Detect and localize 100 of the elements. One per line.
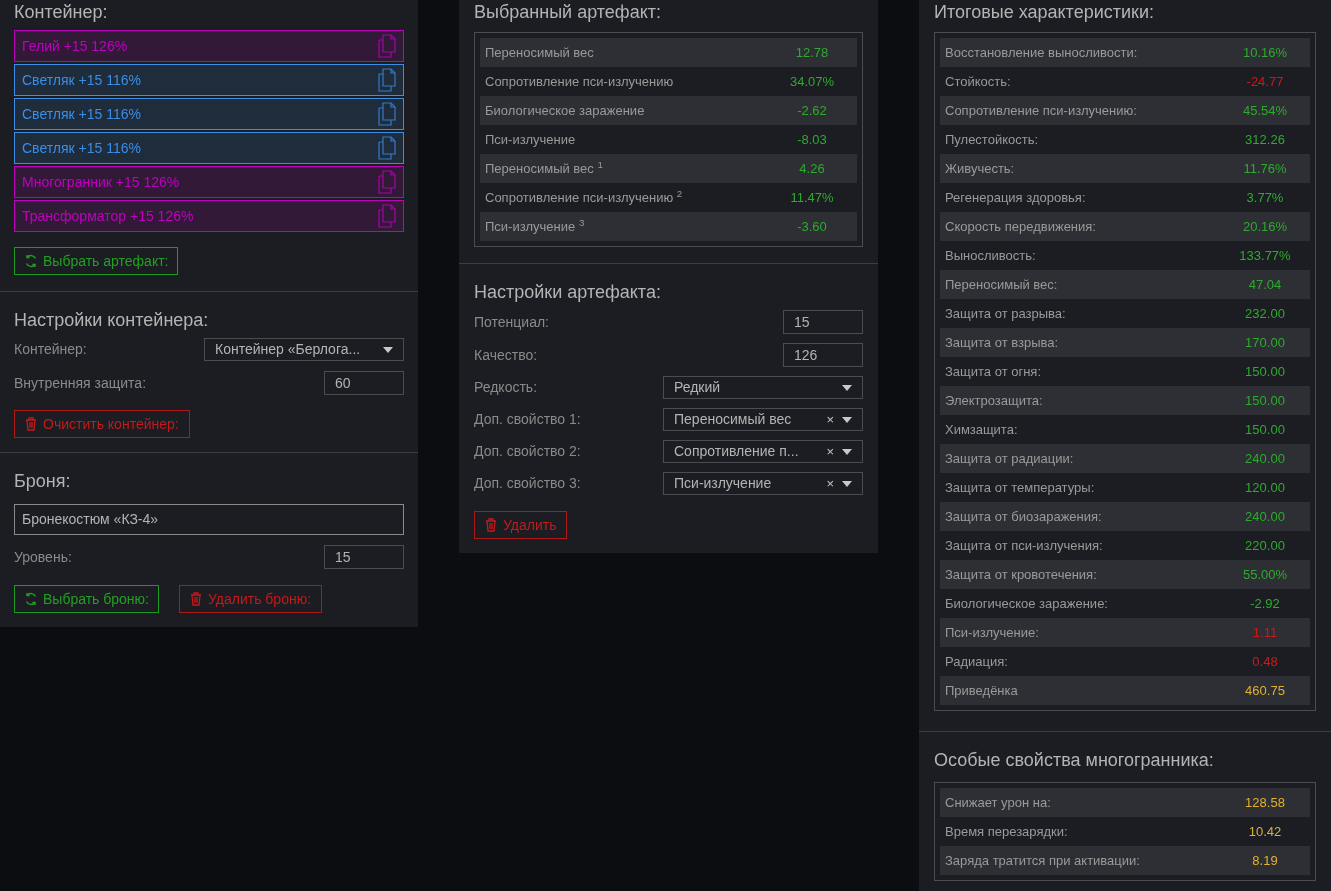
stat-value: 11.47% [789,188,835,207]
stat-label: Защита от взрыва: [945,333,1060,352]
copy-icon[interactable] [377,68,397,92]
select-field[interactable]: Пси-излучение × [663,472,863,495]
stat-label: Защита от биозаражения: [945,507,1103,526]
stat-value: 10.42 [1247,822,1283,841]
number-field[interactable]: 126 [783,343,863,367]
number-field[interactable]: 15 [324,545,404,569]
stat-label: Переносимый вес $^{1}$ [485,158,604,178]
section-title: Настройки артефакта: [474,281,662,304]
stat-label: Сопротивление пси-излучению $^{2}$ [485,187,684,207]
caret-icon [842,384,852,391]
section-title: Итоговые характеристики: [934,1,1155,24]
stat-value: 240.00 [1244,449,1286,468]
stat-label: Заряда тратится при активации: [945,851,1141,870]
number-field[interactable]: 60 [324,371,404,395]
trash-icon [25,417,37,431]
stat-label: Защита от радиации: [945,449,1075,468]
stat-value: 170.00 [1244,333,1286,352]
trash-icon [485,518,497,532]
stat-value: 55.00% [1241,565,1289,584]
stat-label: Пси-излучение $^{3}$ [485,216,586,236]
stat-value: 47.04 [1247,275,1283,294]
artifact-label: Трансформатор +15 126% [22,206,194,226]
armor-field[interactable]: Бронекостюм «КЗ-4» [14,504,404,535]
clear-icon[interactable]: × [826,441,834,462]
stat-label: Защита от температуры: [945,478,1096,497]
stat-value: 34.07% [788,72,836,91]
stat-label: Защита от огня: [945,362,1042,381]
stat-label: Защита от пси-излучения: [945,536,1104,555]
stat-value: 1.11 [1251,623,1279,642]
stat-label: Время перезарядки: [945,822,1069,841]
stat-label: Переносимый вес: [945,275,1059,294]
field-label: Доп. свойство 3: [474,474,581,493]
clear-icon[interactable]: × [826,409,834,430]
select-button[interactable]: Выбрать артефакт: [14,247,179,275]
stat-value: 312.26 [1244,130,1286,149]
stat-label: Восстановление выносливости: [945,43,1139,62]
field-label: Качество: [474,345,538,365]
stat-label: Стойкость: [945,72,1012,91]
stat-value: -8.03 [796,130,828,149]
artifact-label: Светляк +15 116% [22,104,141,124]
stat-value: 45.54% [1241,101,1289,120]
select-field[interactable]: Сопротивление п... × [663,440,863,463]
stat-label: Сопротивление пси-излучению [485,72,675,91]
artifact-item[interactable]: Светляк +15 116% [14,98,404,130]
stat-value: 150.00 [1244,391,1286,410]
clear-icon[interactable]: × [826,473,834,494]
stat-label: Защита от кровотечения: [945,565,1098,584]
stat-value: 220.00 [1244,536,1286,555]
stat-value: -24.77 [1245,72,1285,91]
field-label: Доп. свойство 1: [474,410,581,429]
stat-label: Пси-излучение: [945,623,1040,642]
stat-value: 460.75 [1244,681,1286,700]
stat-label: Биологическое заражение: [945,594,1109,613]
refresh-icon [24,592,38,606]
stat-value: -3.60 [796,217,828,236]
stat-label: Регенерация здоровья: [945,188,1087,207]
stat-value: 133.77% [1238,246,1292,265]
field-label: Уровень: [14,547,72,567]
caret-icon [383,346,393,353]
stat-value: 128.58 [1244,793,1286,812]
field-label: Внутренняя защита: [14,373,147,393]
number-field[interactable]: 15 [783,310,863,334]
stat-value: 8.19 [1251,851,1279,870]
select-field[interactable]: Переносимый вес × [663,408,863,431]
artifact-item[interactable]: Светляк +15 116% [14,64,404,96]
select-button[interactable]: Выбрать броню: [14,585,159,613]
copy-icon[interactable] [377,136,397,160]
section-title: Броня: [14,470,72,493]
section-title: Настройки контейнера: [14,309,210,332]
stat-label: Сопротивление пси-излучению: [945,101,1138,120]
artifact-label: Светляк +15 116% [22,70,141,90]
stat-value: 20.16% [1241,217,1289,236]
stat-label: Биологическое заражение [485,101,646,120]
artifact-label: Многогранник +15 126% [22,172,180,192]
select-field[interactable]: Редкий [663,376,863,399]
stat-label: Снижает урон на: [945,793,1052,812]
artifact-label: Гелий +15 126% [22,36,128,56]
stat-value: 240.00 [1244,507,1286,526]
stat-value: 12.78 [794,43,830,62]
copy-icon[interactable] [377,34,397,58]
section-title: Выбранный артефакт: [474,1,662,24]
artifact-item[interactable]: Светляк +15 116% [14,132,404,164]
stat-label: Выносливость: [945,246,1037,265]
stat-value: -2.92 [1249,594,1281,613]
trash-icon [190,592,202,606]
stat-value: 120.00 [1244,478,1286,497]
stat-value: 150.00 [1244,420,1286,439]
copy-icon[interactable] [377,204,397,228]
copy-icon[interactable] [377,170,397,194]
caret-icon [842,416,852,423]
stat-label: Переносимый вес [485,43,595,62]
container-select[interactable]: Контейнер «Берлога... [204,338,404,361]
stat-label: Радиация: [945,652,1009,671]
copy-icon[interactable] [377,102,397,126]
stat-label: Химзащита: [945,420,1019,439]
section-title: Особые свойства многогранника: [934,749,1215,772]
field-label: Контейнер: [14,340,87,359]
stat-value: 11.76% [1242,159,1288,178]
